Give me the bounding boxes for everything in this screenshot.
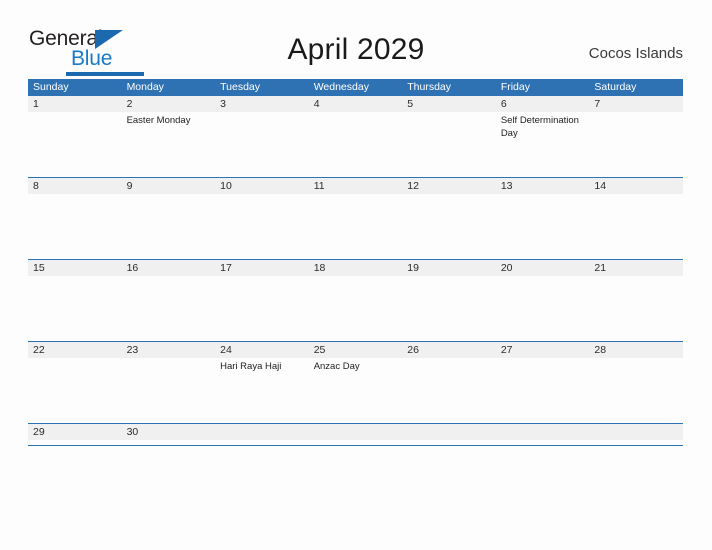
day-number-22[interactable]: 22 [28,342,122,358]
day-event-2[interactable]: Easter Monday [122,112,216,140]
day-number-21[interactable]: 21 [589,260,683,276]
day-event-empty [496,194,590,197]
calendar-week-row: 22 23 24 25 26 27 28 Hari Raya Haji Anzac Day [28,342,683,424]
day-event-25[interactable]: Anzac Day [309,358,403,374]
day-event-empty [28,112,122,140]
day-event-empty [122,358,216,374]
day-number-10[interactable]: 10 [215,178,309,194]
day-number-17[interactable]: 17 [215,260,309,276]
day-number-24[interactable]: 24 [215,342,309,358]
calendar-weeks: 1 2 3 4 5 6 7 Easter Monday Self Determination D… [28,96,683,446]
day-event-empty [28,276,122,279]
day-event-band: Easter Monday Self Determination Day [28,112,683,140]
weekday-header-tuesday: Tuesday [220,81,261,93]
day-event-empty [28,358,122,374]
day-number-4[interactable]: 4 [309,96,403,112]
day-event-empty [402,194,496,197]
day-number-28[interactable]: 28 [589,342,683,358]
day-number-27[interactable]: 27 [496,342,590,358]
day-number-3[interactable]: 3 [215,96,309,112]
day-number-2[interactable]: 2 [122,96,216,112]
day-event-band: Hari Raya Haji Anzac Day [28,358,683,374]
monthly-calendar: Sunday Monday Tuesday Wednesday Thursday Frid… [28,79,683,446]
calendar-week-row: 8 9 10 11 12 13 14 [28,178,683,260]
day-number-5[interactable]: 5 [402,96,496,112]
day-number-30[interactable]: 30 [122,424,216,440]
day-number-empty [402,424,496,440]
day-number-11[interactable]: 11 [309,178,403,194]
weekday-header-friday: Friday [500,81,530,93]
weekday-header-row: Sunday Monday Tuesday Wednesday Thursday Frid… [28,79,683,96]
day-number-16[interactable]: 16 [122,260,216,276]
weekday-header-thursday: Thursday [407,81,452,93]
day-event-empty [402,440,496,443]
day-number-empty [589,424,683,440]
day-event-empty [589,194,683,197]
calendar-location-label: Cocos Islands [588,45,683,62]
day-number-15[interactable]: 15 [28,260,122,276]
weekday-header-saturday: Saturday [594,81,637,93]
day-event-empty [402,112,496,140]
day-event-empty [122,440,216,443]
day-number-1[interactable]: 1 [28,96,122,112]
day-event-24[interactable]: Hari Raya Haji [215,358,309,374]
day-event-band [28,276,683,279]
day-event-empty [122,276,216,279]
day-event-empty [309,194,403,197]
day-event-empty [215,276,309,279]
calendar-week-row: 1 2 3 4 5 6 7 Easter Monday Self Determination D… [28,96,683,178]
day-event-empty [589,440,683,443]
day-event-empty [28,440,122,443]
day-number-23[interactable]: 23 [122,342,216,358]
day-number-18[interactable]: 18 [309,260,403,276]
weekday-header-sunday: Sunday [33,81,69,93]
day-event-band [28,194,683,197]
calendar-week-row: 29 30 [28,424,683,446]
day-number-empty [215,424,309,440]
day-number-7[interactable]: 7 [589,96,683,112]
day-number-12[interactable]: 12 [402,178,496,194]
day-event-empty [402,276,496,279]
day-number-25[interactable]: 25 [309,342,403,358]
day-number-band: 1234567 [28,96,683,112]
day-number-8[interactable]: 8 [28,178,122,194]
day-event-empty [309,112,403,140]
day-number-9[interactable]: 9 [122,178,216,194]
day-event-empty [402,358,496,374]
day-event-empty [215,440,309,443]
day-number-6[interactable]: 6 [496,96,590,112]
day-number-26[interactable]: 26 [402,342,496,358]
day-number-empty [496,424,590,440]
day-number-19[interactable]: 19 [402,260,496,276]
day-event-6[interactable]: Self Determination Day [496,112,590,140]
day-event-empty [589,358,683,374]
day-number-29[interactable]: 29 [28,424,122,440]
weekday-header-monday: Monday [126,81,164,93]
day-event-empty [496,440,590,443]
day-number-13[interactable]: 13 [496,178,590,194]
day-event-empty [215,194,309,197]
day-number-band: 22 23 24 25 26 27 28 [28,342,683,358]
weekday-header-wednesday: Wednesday [313,81,369,93]
day-number-band: 8 9 10 11 12 13 14 [28,178,683,194]
day-event-empty [496,358,590,374]
page-header: General Blue April 2029 Cocos Islands [0,0,712,78]
day-event-empty [309,276,403,279]
day-event-empty [496,276,590,279]
logo-underline-bar [66,72,144,76]
day-event-empty [122,194,216,197]
day-number-14[interactable]: 14 [589,178,683,194]
day-event-empty [589,112,683,140]
calendar-week-row: 15 16 17 18 19 20 21 [28,260,683,342]
day-event-band [28,440,683,443]
day-event-empty [309,440,403,443]
day-number-band: 29 30 [28,424,683,440]
day-number-band: 15 16 17 18 19 20 21 [28,260,683,276]
day-event-empty [589,276,683,279]
day-number-20[interactable]: 20 [496,260,590,276]
day-event-empty [28,194,122,197]
day-number-empty [309,424,403,440]
day-event-empty [215,112,309,140]
